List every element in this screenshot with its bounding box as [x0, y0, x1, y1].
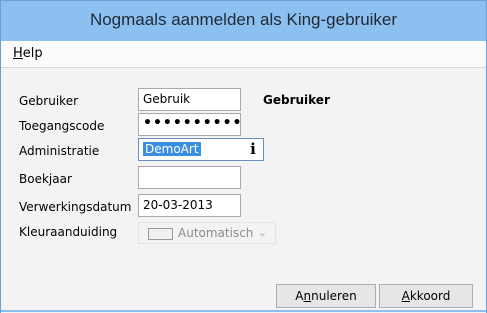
title-bar: Nogmaals aanmelden als King-gebruiker	[1, 1, 486, 41]
menu-bar: Help	[1, 41, 486, 68]
akkoord-button[interactable]: Akkoord	[379, 284, 473, 308]
color-swatch	[148, 228, 173, 240]
annuleren-pre: A	[295, 289, 304, 303]
info-icon[interactable]: i	[247, 141, 259, 157]
login-dialog: Nogmaals aanmelden als King-gebruiker He…	[0, 0, 487, 313]
window-title: Nogmaals aanmelden als King-gebruiker	[89, 10, 398, 29]
gebruiker-input[interactable]: Gebruik	[138, 88, 241, 111]
annuleren-button[interactable]: Annuleren	[276, 284, 376, 308]
akkoord-mnemonic: A	[401, 289, 410, 303]
menu-help-mnemonic: H	[13, 46, 23, 61]
akkoord-post: kkoord	[409, 289, 451, 303]
window-bottom-border	[1, 310, 486, 312]
gebruiker-label: Gebruiker	[19, 94, 79, 108]
toegangscode-input[interactable]: •••••••••••	[138, 113, 241, 136]
gebruiker-display-name: Gebruiker	[263, 93, 330, 107]
menu-help-label: elp	[22, 46, 43, 61]
annuleren-mnemonic: n	[303, 289, 312, 303]
boekjaar-input[interactable]	[138, 166, 241, 189]
kleuraanduiding-value: Automatisch	[178, 226, 254, 240]
boekjaar-label: Boekjaar	[19, 172, 72, 186]
verwerkingsdatum-input[interactable]: 20-03-2013	[138, 194, 241, 217]
kleuraanduiding-label: Kleuraanduiding	[19, 225, 118, 239]
administratie-value: DemoArt	[143, 142, 201, 156]
chevron-down-icon: ⌄	[257, 226, 267, 239]
form-area: Gebruiker Gebruik Gebruiker Toegangscode…	[1, 68, 486, 313]
annuleren-post: nuleren	[311, 289, 357, 303]
verwerkingsdatum-label: Verwerkingsdatum	[19, 200, 132, 214]
kleuraanduiding-select[interactable]: Automatisch ⌄	[138, 222, 276, 244]
administratie-input[interactable]: DemoArt i	[138, 138, 264, 161]
menu-help[interactable]: Help	[13, 46, 43, 61]
administratie-label: Administratie	[19, 144, 100, 158]
toegangscode-label: Toegangscode	[19, 119, 105, 133]
